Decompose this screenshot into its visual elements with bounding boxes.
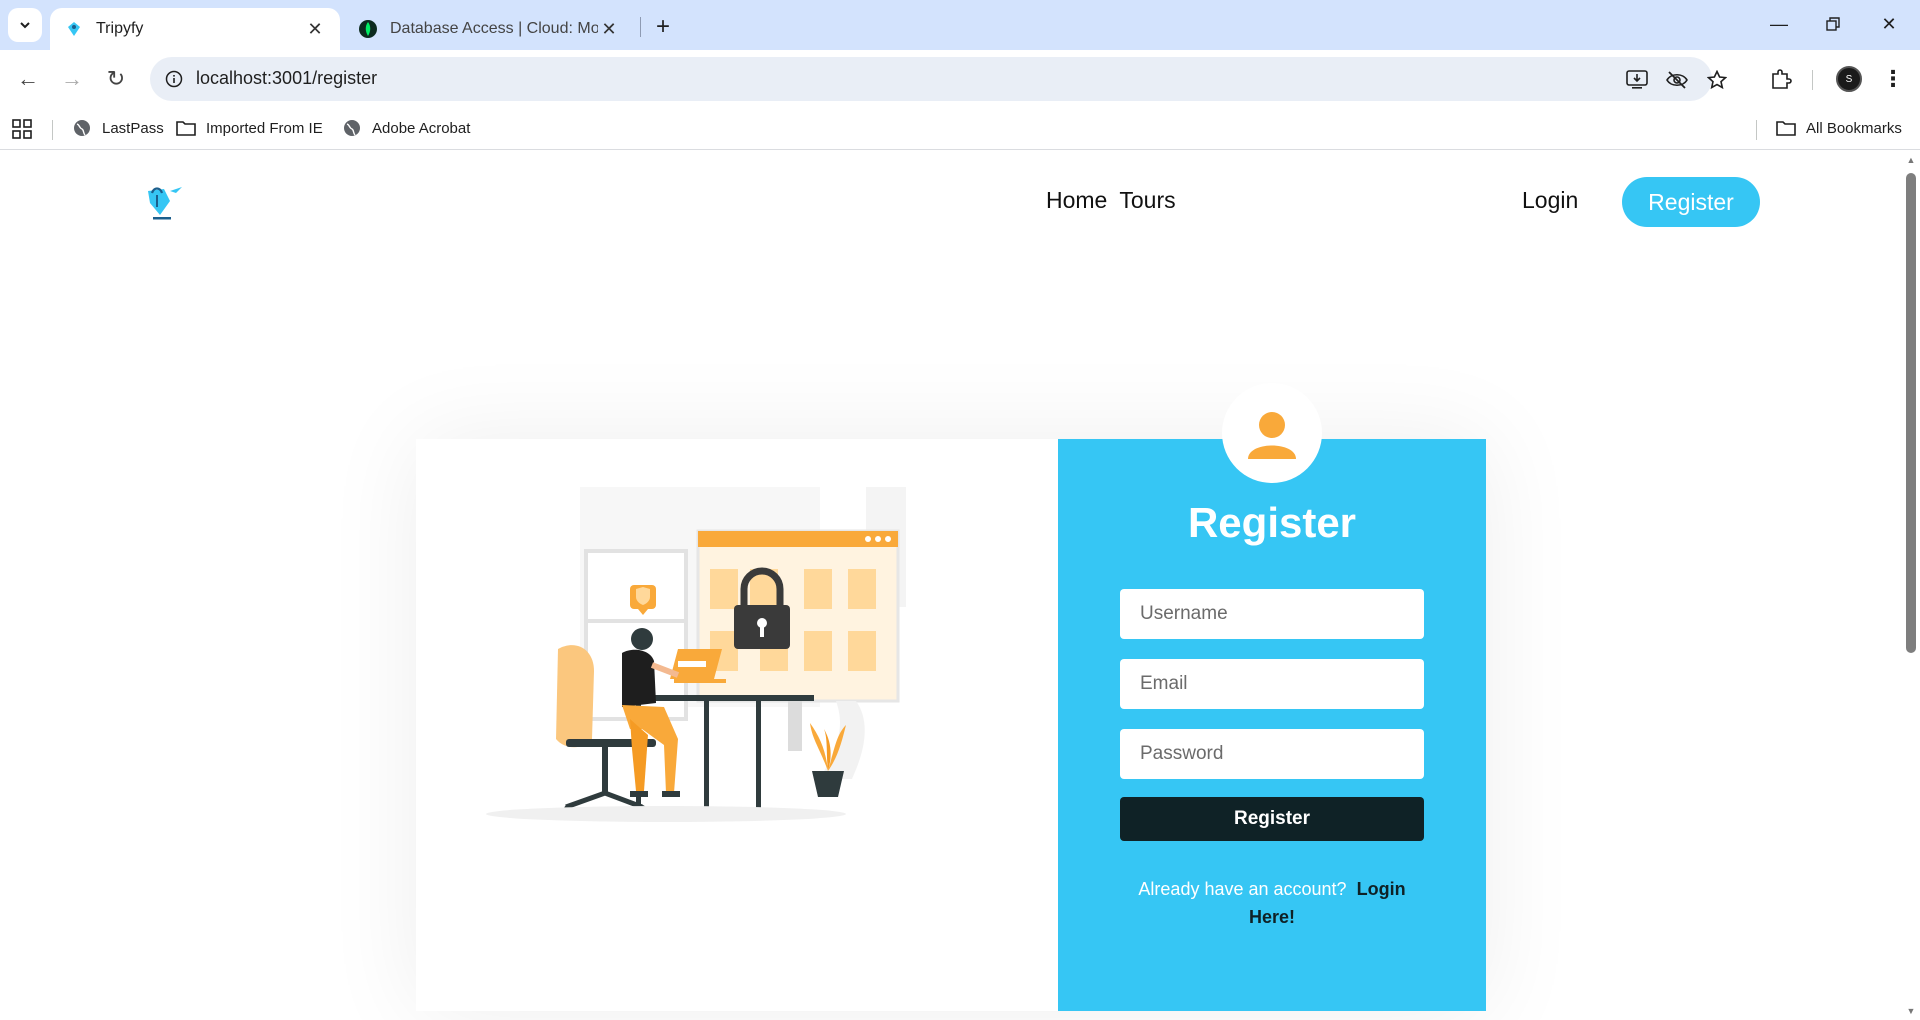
- folder-icon: [1776, 118, 1796, 138]
- restore-icon: [1826, 17, 1840, 31]
- arrow-left-icon: ←: [17, 66, 39, 91]
- email-input[interactable]: [1120, 659, 1424, 709]
- register-form: Register Register Already have an accoun…: [1058, 439, 1486, 1011]
- site-nav: Home Tours: [1046, 187, 1176, 214]
- bookmarks-bar: LastPass Imported From IE Adobe Acrobat …: [0, 108, 1920, 150]
- login-prompt-text: Already have an account?: [1138, 879, 1347, 899]
- close-window-button[interactable]: ✕: [1866, 6, 1912, 42]
- tab-database-access[interactable]: Database Access | Cloud: MongoDB Cloud ✕: [344, 8, 634, 50]
- form-title: Register: [1187, 499, 1357, 546]
- close-icon: ✕: [1881, 13, 1897, 34]
- password-input[interactable]: [1120, 729, 1424, 779]
- plus-icon: +: [655, 13, 670, 40]
- reload-icon: ↻: [106, 66, 126, 91]
- page-scrollbar[interactable]: ▲ ▼: [1902, 151, 1920, 1020]
- bookmark-imported-from-ie[interactable]: Imported From IE: [176, 118, 323, 138]
- new-tab-button[interactable]: +: [648, 12, 678, 42]
- forward-button[interactable]: →: [54, 61, 90, 97]
- tab-strip: Tripyfy ✕ Database Access | Cloud: Mongo…: [0, 0, 1920, 50]
- login-prompt: Already have an account? Login Here!: [1118, 875, 1426, 931]
- profile-avatar[interactable]: S: [1836, 66, 1862, 92]
- register-card: Register Register Already have an accoun…: [416, 439, 1486, 1011]
- menu-kebab-icon[interactable]: ⋮: [1878, 64, 1908, 94]
- nav-home-link[interactable]: Home: [1046, 187, 1107, 214]
- close-icon[interactable]: ✕: [598, 18, 620, 40]
- bookmark-adobe-acrobat[interactable]: Adobe Acrobat: [342, 118, 470, 138]
- security-illustration: [416, 439, 1058, 1011]
- browser-toolbar: ← → ↻ localhost:3001/register S ⋮: [0, 50, 1920, 108]
- person-at-desk-illustration: [486, 487, 906, 822]
- site-info-icon[interactable]: [162, 67, 186, 91]
- bookmarks-divider: [1756, 120, 1757, 140]
- tab-title: Database Access | Cloud: MongoDB Cloud: [390, 20, 598, 37]
- eye-off-icon[interactable]: [1664, 67, 1690, 93]
- chevron-down-icon: [20, 22, 30, 29]
- tab-search-button[interactable]: [8, 8, 42, 42]
- header-login-link[interactable]: Login: [1522, 187, 1578, 214]
- register-submit-button[interactable]: Register: [1120, 797, 1424, 841]
- address-bar[interactable]: localhost:3001/register: [150, 57, 1727, 101]
- all-bookmarks-label: All Bookmarks: [1806, 119, 1902, 137]
- globe-icon: [72, 118, 92, 138]
- bookmarks-divider: [52, 120, 53, 140]
- extensions-icon[interactable]: [1766, 64, 1796, 94]
- bookmark-label: Adobe Acrobat: [372, 119, 471, 137]
- avatar: [1222, 383, 1322, 483]
- back-button[interactable]: ←: [10, 61, 46, 97]
- toolbar-divider: [1812, 70, 1813, 90]
- url-text[interactable]: localhost:3001/register: [196, 68, 377, 89]
- scroll-thumb[interactable]: [1906, 173, 1916, 653]
- tripyfy-logo[interactable]: [140, 181, 184, 225]
- nav-tours-link[interactable]: Tours: [1119, 187, 1175, 214]
- tab-tripyfy[interactable]: Tripyfy ✕: [50, 8, 340, 50]
- tripyfy-favicon-icon: [64, 19, 84, 39]
- minimize-icon: —: [1770, 13, 1788, 34]
- restore-button[interactable]: [1810, 6, 1856, 42]
- close-icon[interactable]: ✕: [304, 18, 326, 40]
- all-bookmarks[interactable]: All Bookmarks: [1776, 118, 1902, 138]
- bookmark-label: Imported From IE: [206, 119, 323, 137]
- bookmark-lastpass[interactable]: LastPass: [72, 118, 164, 138]
- globe-icon: [342, 118, 362, 138]
- header-register-button[interactable]: Register: [1622, 177, 1760, 227]
- username-input[interactable]: [1120, 589, 1424, 639]
- install-app-icon[interactable]: [1624, 67, 1650, 93]
- folder-icon: [176, 118, 196, 138]
- tab-divider: [640, 17, 641, 37]
- page-viewport: Home Tours Login Register Register Usern…: [0, 151, 1920, 1020]
- star-icon[interactable]: [1704, 67, 1730, 93]
- bookmark-label: LastPass: [102, 119, 164, 137]
- reload-button[interactable]: ↻: [98, 61, 134, 97]
- apps-grid-icon[interactable]: [12, 119, 32, 139]
- scroll-up-icon[interactable]: ▲: [1906, 155, 1916, 165]
- avatar-initial: S: [1845, 73, 1853, 85]
- minimize-button[interactable]: —: [1756, 6, 1802, 42]
- user-icon: [1248, 412, 1296, 459]
- arrow-right-icon: →: [61, 66, 83, 91]
- tab-title: Tripyfy: [96, 20, 144, 37]
- mongodb-leaf-icon: [358, 19, 378, 39]
- scroll-down-icon[interactable]: ▼: [1906, 1006, 1916, 1016]
